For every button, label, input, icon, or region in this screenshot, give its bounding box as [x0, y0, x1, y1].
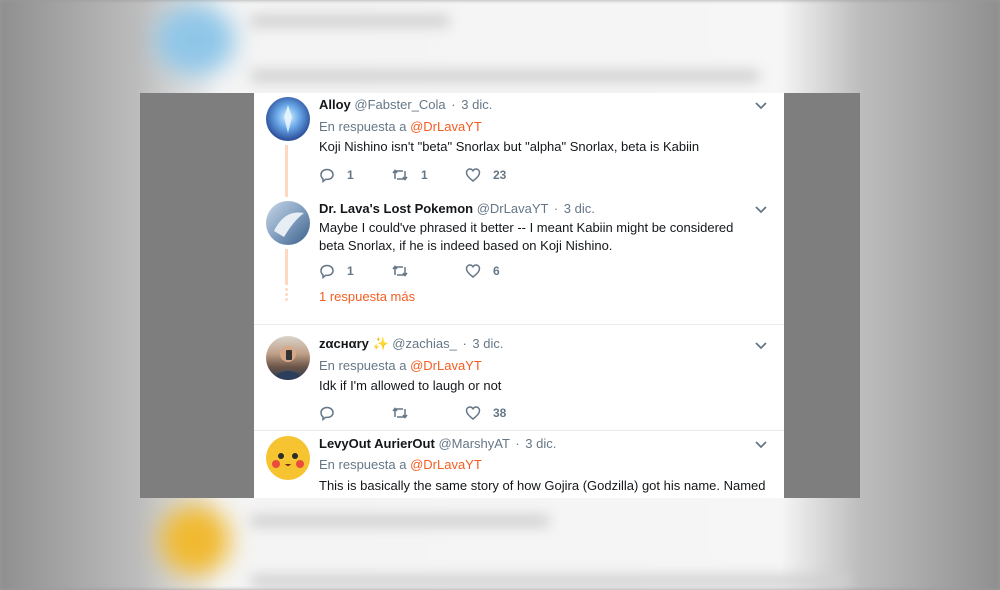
thread-line: [285, 249, 288, 285]
reply-button[interactable]: 1: [319, 167, 354, 183]
tweet-drlava[interactable]: Dr. Lava's Lost Pokemon @DrLavaYT · 3 di…: [254, 199, 784, 324]
retweet-icon: [392, 407, 408, 419]
reply-prefix: En respuesta a: [319, 457, 407, 472]
reply-mention-link[interactable]: @DrLavaYT: [410, 119, 482, 134]
tweet-date[interactable]: 3 dic.: [461, 97, 492, 112]
tweet-header: zαcнαry ✨ @zachias_ · 3 dic.: [319, 336, 503, 352]
blurred-text-top-2: [250, 70, 760, 82]
avatar[interactable]: [266, 336, 310, 380]
handle[interactable]: @MarshyAT: [438, 436, 509, 451]
separator-dot: ·: [462, 336, 467, 351]
handle[interactable]: @Fabster_Cola: [354, 97, 445, 112]
tweet-date[interactable]: 3 dic.: [472, 336, 503, 351]
blurred-text-bottom-2: [250, 575, 850, 587]
reply-icon: [320, 168, 334, 183]
chevron-down-icon[interactable]: [754, 341, 768, 351]
reply-prefix: En respuesta a: [319, 358, 407, 373]
tweet-text: Maybe I could've phrased it better -- I …: [319, 220, 734, 253]
retweet-button[interactable]: 1: [391, 167, 428, 183]
tweet-zachary[interactable]: zαcнαry ✨ @zachias_ · 3 dic. En respuest…: [254, 325, 784, 430]
blurred-avatar-bottom: [160, 505, 230, 575]
like-button[interactable]: 38: [465, 405, 506, 421]
retweet-button[interactable]: [391, 263, 421, 279]
more-replies-link[interactable]: 1 respuesta más: [319, 289, 415, 304]
like-count: 23: [493, 168, 507, 182]
like-button[interactable]: 23: [465, 167, 506, 183]
retweet-count: 1: [421, 168, 428, 182]
sparkle-badge-icon: ✨: [372, 336, 389, 351]
thread-dots: [285, 288, 288, 303]
tweet-text: This is basically the same story of how …: [319, 478, 766, 493]
thread-line: [285, 145, 288, 197]
tweet-header: Dr. Lava's Lost Pokemon @DrLavaYT · 3 di…: [319, 201, 595, 216]
avatar[interactable]: [266, 436, 310, 480]
chevron-down-icon[interactable]: [754, 440, 768, 450]
separator-dot: ·: [451, 97, 456, 112]
reply-button[interactable]: 1: [319, 263, 354, 279]
tweet-thread-panel: Alloy @Fabster_Cola · 3 dic. En respuest…: [254, 93, 784, 498]
reply-mention-link[interactable]: @DrLavaYT: [410, 358, 482, 373]
heart-icon: [465, 168, 481, 182]
handle[interactable]: @zachias_: [392, 336, 457, 351]
tweet-alloy[interactable]: Alloy @Fabster_Cola · 3 dic. En respuest…: [254, 93, 784, 203]
reply-prefix: En respuesta a: [319, 119, 407, 134]
display-name[interactable]: LevyOut AurierOut: [319, 436, 435, 451]
retweet-button[interactable]: [391, 405, 421, 421]
display-name[interactable]: zαcнαry: [319, 336, 369, 351]
display-name[interactable]: Alloy: [319, 97, 351, 112]
like-button[interactable]: 6: [465, 263, 500, 279]
tweet-text: Koji Nishino isn't "beta" Snorlax but "a…: [319, 139, 700, 154]
reply-icon: [320, 406, 334, 421]
tweet-levyout[interactable]: LevyOut AurierOut @MarshyAT · 3 dic. En …: [254, 431, 784, 498]
reply-mention-link[interactable]: @DrLavaYT: [410, 457, 482, 472]
heart-icon: [465, 406, 481, 420]
handle[interactable]: @DrLavaYT: [477, 201, 548, 216]
like-count: 6: [493, 264, 500, 278]
display-name[interactable]: Dr. Lava's Lost Pokemon: [319, 201, 473, 216]
reply-button[interactable]: [319, 405, 347, 421]
retweet-icon: [392, 169, 408, 181]
tweet-header: Alloy @Fabster_Cola · 3 dic.: [319, 97, 492, 112]
reply-count: 1: [347, 168, 354, 182]
avatar[interactable]: [266, 97, 310, 141]
tweet-header: LevyOut AurierOut @MarshyAT · 3 dic.: [319, 436, 556, 451]
like-count: 38: [493, 406, 507, 420]
screenshot-frame: Alloy @Fabster_Cola · 3 dic. En respuest…: [140, 93, 860, 498]
avatar[interactable]: [266, 201, 310, 245]
blurred-text-top: [250, 15, 450, 27]
blurred-avatar-top: [155, 5, 235, 75]
reply-context: En respuesta a @DrLavaYT: [319, 119, 482, 134]
tweet-date[interactable]: 3 dic.: [564, 201, 595, 216]
separator-dot: ·: [515, 436, 520, 451]
heart-icon: [465, 264, 481, 278]
tweet-text: Idk if I'm allowed to laugh or not: [319, 378, 502, 393]
chevron-down-icon[interactable]: [754, 101, 768, 111]
reply-icon: [320, 264, 334, 279]
retweet-icon: [392, 265, 408, 277]
chevron-down-icon[interactable]: [754, 205, 768, 215]
reply-count: 1: [347, 264, 354, 278]
reply-context: En respuesta a @DrLavaYT: [319, 358, 482, 373]
reply-context: En respuesta a @DrLavaYT: [319, 457, 482, 472]
blurred-text-bottom: [250, 515, 550, 527]
separator-dot: ·: [553, 201, 559, 216]
tweet-date[interactable]: 3 dic.: [525, 436, 556, 451]
